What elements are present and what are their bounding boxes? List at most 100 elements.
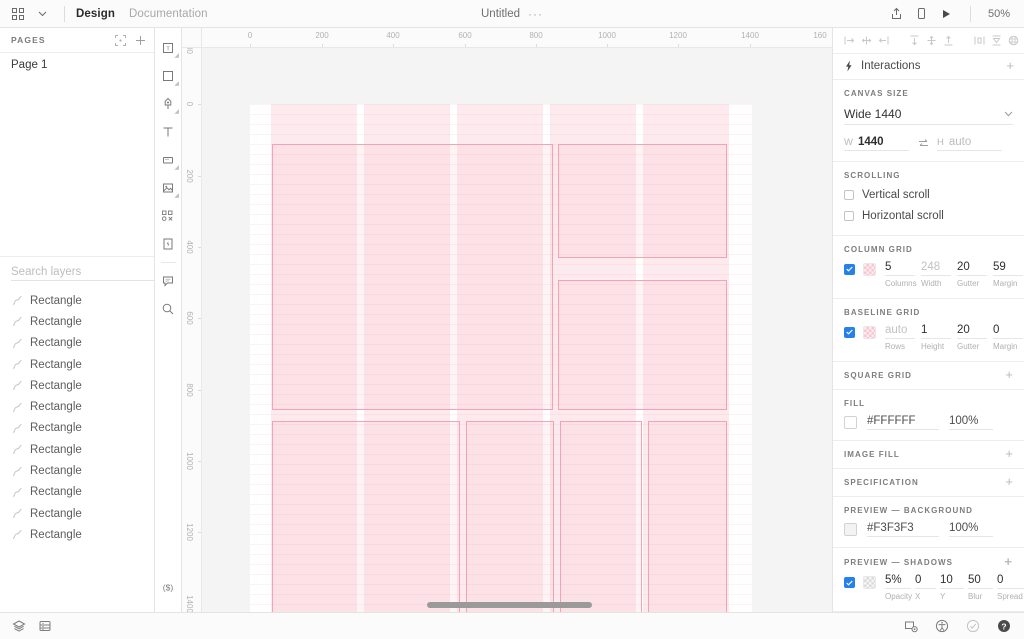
preview-background-hex[interactable]: #F3F3F3 — [867, 522, 939, 538]
width-field[interactable]: W 1440 — [844, 136, 909, 151]
canvas-rectangle[interactable] — [466, 421, 554, 612]
list-item[interactable]: Rectangle — [0, 503, 154, 524]
play-icon[interactable] — [934, 4, 958, 24]
rectangle-tool[interactable]: ◢ — [155, 62, 182, 90]
height-grid-field[interactable]: 1 Height — [921, 324, 951, 351]
pen-tool[interactable]: ◢ — [155, 90, 182, 118]
shadow-x-field[interactable]: 0 X — [915, 574, 936, 601]
margin-field[interactable]: 59 Margin — [993, 261, 1023, 288]
add-image-fill-button[interactable]: + — [1005, 447, 1013, 460]
grid-apps-icon[interactable] — [7, 4, 29, 24]
align-left-icon[interactable] — [841, 31, 858, 51]
image-fill-section[interactable]: IMAGE FILL + — [833, 441, 1024, 469]
fill-opacity-value[interactable]: 100% — [949, 415, 993, 430]
document-menu-icon[interactable]: ··· — [528, 8, 543, 20]
list-item[interactable]: Rectangle — [0, 439, 154, 460]
canvas-rectangle[interactable] — [272, 144, 553, 410]
shadow-blur-field[interactable]: 50 Blur — [968, 574, 993, 601]
fill-hex-value[interactable]: #FFFFFF — [867, 415, 939, 430]
swap-dimensions-icon[interactable] — [909, 138, 937, 149]
shadow-color-swatch[interactable] — [863, 576, 876, 590]
align-top-icon[interactable] — [906, 31, 923, 51]
canvas-preset-select[interactable]: Wide 1440 — [844, 107, 1013, 125]
canvas-rectangle[interactable] — [272, 421, 460, 612]
add-interaction-button[interactable]: + — [1006, 59, 1014, 72]
status-check-icon[interactable] — [961, 616, 984, 636]
artboard-wide-1440[interactable] — [250, 104, 752, 612]
canvas-area[interactable]: 0 200 400 600 800 1000 1200 1400 160 -20… — [182, 28, 832, 612]
list-item[interactable]: Rectangle — [0, 396, 154, 417]
baseline-grid-toggle[interactable] — [844, 326, 855, 338]
zoom-tool[interactable] — [155, 295, 182, 323]
width-grid-field[interactable]: 248 Width — [921, 261, 951, 288]
layers-panel-toggle[interactable] — [7, 616, 30, 636]
plugins-icon[interactable] — [899, 616, 922, 636]
fill-color-swatch[interactable] — [844, 415, 857, 429]
ruler-corner[interactable] — [182, 28, 202, 48]
add-specification-button[interactable]: + — [1005, 475, 1013, 488]
column-grid-color-swatch[interactable] — [863, 262, 876, 276]
list-item[interactable]: Rectangle — [0, 375, 154, 396]
assets-panel-toggle[interactable] — [33, 616, 56, 636]
baseline-grid-color-swatch[interactable] — [863, 325, 876, 339]
chevron-down-icon[interactable] — [31, 4, 53, 24]
list-item[interactable]: Rectangle — [0, 311, 154, 332]
add-page-icon[interactable] — [135, 35, 146, 46]
preview-background-swatch[interactable] — [844, 523, 857, 537]
help-icon[interactable]: ? — [992, 616, 1015, 636]
canvas-rectangle[interactable] — [558, 280, 727, 410]
list-item[interactable]: Rectangle — [0, 354, 154, 375]
canvas-rectangle[interactable] — [558, 144, 727, 258]
list-item[interactable]: Rectangle — [0, 460, 154, 481]
distribute-horizontal-icon[interactable] — [971, 31, 988, 51]
horizontal-scrollbar[interactable] — [427, 602, 592, 608]
accessibility-icon[interactable] — [930, 616, 953, 636]
gutter-field[interactable]: 20 Gutter — [957, 261, 987, 288]
preview-background-opacity[interactable]: 100% — [949, 522, 993, 538]
distribute-vertical-icon[interactable] — [988, 31, 1005, 51]
share-icon[interactable] — [884, 4, 908, 24]
align-center-horizontal-icon[interactable] — [858, 31, 875, 51]
align-right-icon[interactable] — [875, 31, 892, 51]
rows-field[interactable]: auto Rows — [885, 324, 915, 351]
flash-tool[interactable] — [155, 230, 182, 258]
page-item[interactable]: Page 1 — [0, 53, 154, 77]
vertical-scroll-checkbox-row[interactable]: Vertical scroll — [844, 186, 1013, 204]
device-preview-icon[interactable] — [909, 4, 933, 24]
columns-field[interactable]: 5 Columns — [885, 261, 917, 288]
align-middle-vertical-icon[interactable] — [923, 31, 940, 51]
specification-section[interactable]: SPECIFICATION + — [833, 469, 1024, 498]
margin-baseline-field[interactable]: 0 Margin — [993, 324, 1023, 351]
horizontal-ruler[interactable]: 0 200 400 600 800 1000 1200 1400 160 — [182, 28, 832, 48]
zoom-level[interactable]: 50% — [970, 5, 1014, 22]
artboard-tool[interactable]: T ◢ — [155, 34, 182, 62]
height-field[interactable]: H auto — [937, 136, 1002, 151]
shadow-spread-field[interactable]: 0 Spread — [997, 574, 1024, 601]
comment-tool[interactable] — [155, 267, 182, 295]
image-tool[interactable]: ◢ — [155, 174, 182, 202]
checkbox[interactable] — [844, 210, 854, 221]
search-input[interactable] — [11, 263, 165, 281]
horizontal-scroll-checkbox-row[interactable]: Horizontal scroll — [844, 207, 1013, 225]
list-item[interactable]: Rectangle — [0, 482, 154, 503]
vertical-ruler[interactable]: -200 0 200 400 600 800 1000 1200 1400 — [182, 28, 202, 612]
checkbox[interactable] — [844, 189, 854, 200]
add-square-grid-button[interactable]: + — [1005, 368, 1013, 381]
grid-layout-icon[interactable] — [1005, 31, 1022, 51]
components-tool[interactable] — [155, 202, 182, 230]
column-grid-toggle[interactable] — [844, 263, 855, 275]
text-tool[interactable] — [155, 118, 182, 146]
canvas-rectangle[interactable] — [560, 421, 642, 612]
add-shadow-button[interactable]: + — [1004, 555, 1013, 568]
shadow-opacity-field[interactable]: 5% Opacity — [885, 574, 912, 601]
expand-icon[interactable] — [115, 34, 126, 46]
tab-design[interactable]: Design — [76, 8, 115, 20]
shadow-toggle[interactable] — [844, 577, 855, 589]
currency-tool[interactable]: ($) — [155, 573, 182, 601]
align-bottom-icon[interactable] — [940, 31, 957, 51]
button-tool[interactable]: ◢ — [155, 146, 182, 174]
list-item[interactable]: Rectangle — [0, 333, 154, 354]
square-grid-section[interactable]: SQUARE GRID + — [833, 362, 1024, 390]
gutter-baseline-field[interactable]: 20 Gutter — [957, 324, 987, 351]
tab-documentation[interactable]: Documentation — [129, 8, 208, 20]
